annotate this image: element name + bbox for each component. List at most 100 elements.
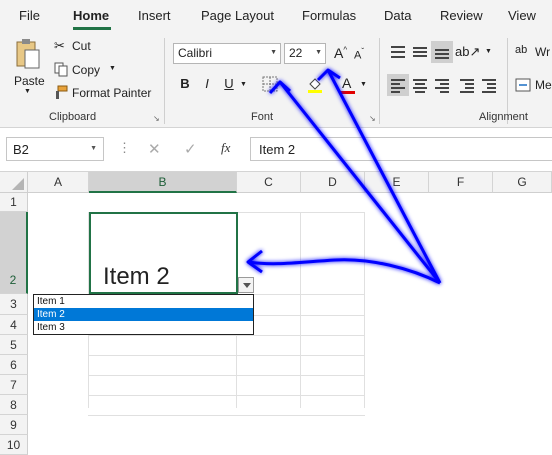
merge-icon <box>515 78 531 92</box>
tab-view[interactable]: View <box>508 8 536 23</box>
row-header-10[interactable]: 10 <box>0 435 28 455</box>
fill-color-icon[interactable] <box>306 75 324 93</box>
tab-review[interactable]: Review <box>440 8 483 23</box>
cut-label: Cut <box>72 39 91 53</box>
font-color-bar <box>339 91 355 94</box>
row-header-7[interactable]: 7 <box>0 375 28 395</box>
format-painter-label: Format Painter <box>72 86 152 100</box>
orientation-icon[interactable]: ab↗ <box>455 44 480 60</box>
chevron-down-icon: ▼ <box>270 49 277 56</box>
tab-data[interactable]: Data <box>384 8 411 23</box>
active-tab-indicator <box>73 27 111 30</box>
row-header-8[interactable]: 8 <box>0 395 28 415</box>
row-header-3[interactable]: 3 <box>0 294 28 315</box>
shrink-font-button[interactable]: Aˇ <box>354 47 364 62</box>
column-header-c[interactable]: C <box>237 172 301 193</box>
align-bottom-button[interactable] <box>431 41 453 63</box>
row-header-5[interactable]: 5 <box>0 335 28 355</box>
row-header-4[interactable]: 4 <box>0 315 28 335</box>
cancel-icon[interactable]: ✕ <box>148 140 161 158</box>
insert-function-button[interactable]: fx <box>221 140 230 156</box>
dropdown-item-1[interactable]: Item 1 <box>34 295 253 308</box>
enter-icon[interactable]: ✓ <box>184 140 197 158</box>
underline-button[interactable]: U <box>221 76 237 91</box>
group-separator <box>379 38 380 124</box>
paste-dropdown-icon[interactable]: ▼ <box>24 88 31 95</box>
align-left-button[interactable] <box>387 74 409 96</box>
font-name-value: Calibri <box>178 46 213 60</box>
bold-button[interactable]: B <box>177 76 193 91</box>
dropdown-item-2[interactable]: Item 2 <box>34 308 253 321</box>
ribbon: Paste ▼ ✂ Cut Copy ▼ Format Painter Clip… <box>0 32 552 128</box>
align-center-button[interactable] <box>409 74 431 96</box>
font-color-button[interactable]: A <box>342 75 351 91</box>
formula-bar: B2 ▼ ⋮ ✕ ✓ fx Item 2 <box>0 128 552 172</box>
align-top-button[interactable] <box>387 41 409 63</box>
font-name-select[interactable]: Calibri ▼ <box>173 43 281 64</box>
tab-insert[interactable]: Insert <box>138 8 171 23</box>
name-box[interactable]: B2 ▼ <box>6 137 104 161</box>
scissors-icon: ✂ <box>54 38 65 53</box>
wrap-text-icon: ab <box>515 44 528 56</box>
grow-font-label: A <box>334 45 344 61</box>
brush-icon <box>56 85 68 99</box>
column-header-f[interactable]: F <box>429 172 493 193</box>
cut-button[interactable]: ✂ Cut <box>54 38 104 56</box>
formula-input-value: Item 2 <box>259 142 296 157</box>
name-box-value: B2 <box>13 142 29 157</box>
validation-dropdown-button[interactable] <box>238 277 254 293</box>
tab-formulas[interactable]: Formulas <box>302 8 356 23</box>
font-color-dropdown-icon[interactable]: ▼ <box>360 81 367 88</box>
italic-button[interactable]: I <box>199 76 215 91</box>
font-size-select[interactable]: 22 ▼ <box>284 43 326 64</box>
row-header-9[interactable]: 9 <box>0 415 28 435</box>
tab-home[interactable]: Home <box>73 8 109 23</box>
chevron-down-icon: ▼ <box>315 49 322 56</box>
merge-button[interactable]: Me <box>515 76 552 94</box>
format-painter-button[interactable]: Format Painter <box>54 84 154 102</box>
align-right-button[interactable] <box>431 74 453 96</box>
select-all-icon <box>12 178 24 190</box>
wrap-text-button[interactable]: ab Wr <box>515 44 552 62</box>
wrap-text-label: Wr <box>535 45 551 59</box>
column-header-g[interactable]: G <box>493 172 552 193</box>
column-header-d[interactable]: D <box>301 172 365 193</box>
ribbon-tabs: File Home Insert Page Layout Formulas Da… <box>0 0 552 32</box>
orientation-dropdown-icon[interactable]: ▼ <box>485 48 492 55</box>
underline-dropdown-icon[interactable]: ▼ <box>240 81 247 88</box>
column-header-a[interactable]: A <box>28 172 89 193</box>
column-header-e[interactable]: E <box>365 172 429 193</box>
dropdown-item-3[interactable]: Item 3 <box>34 321 253 334</box>
copy-dropdown-icon[interactable]: ▼ <box>109 65 116 72</box>
formula-bar-menu-icon: ⋮ <box>118 140 132 155</box>
paste-button[interactable]: Paste ▼ <box>10 36 46 100</box>
align-middle-button[interactable] <box>409 41 431 63</box>
alignment-group-label: Alignment <box>479 111 528 123</box>
column-header-b[interactable]: B <box>89 172 237 193</box>
copy-label: Copy <box>72 63 101 77</box>
tab-file[interactable]: File <box>19 8 40 23</box>
decrease-indent-button[interactable] <box>456 74 478 96</box>
font-launcher-icon[interactable]: ↘ <box>369 114 376 123</box>
grow-font-button[interactable]: A^ <box>334 45 347 61</box>
paste-icon <box>16 39 40 69</box>
chevron-down-icon: ▼ <box>90 145 97 152</box>
group-separator <box>164 38 165 124</box>
row-header-2[interactable]: 2 <box>0 212 28 294</box>
formula-input[interactable]: Item 2 <box>250 137 552 161</box>
validation-dropdown-list: Item 1 Item 2 Item 3 <box>33 294 254 335</box>
merge-label: Me <box>535 78 552 92</box>
paste-label: Paste <box>14 74 45 88</box>
row-header-1[interactable]: 1 <box>0 193 28 212</box>
select-all-corner[interactable] <box>0 172 28 193</box>
copy-button[interactable]: Copy ▼ <box>54 61 124 79</box>
clipboard-group-label: Clipboard <box>49 111 97 123</box>
row-header-6[interactable]: 6 <box>0 355 28 375</box>
copy-icon <box>54 62 68 77</box>
borders-icon[interactable] <box>262 76 278 92</box>
cell-b2-value: Item 2 <box>103 263 170 290</box>
tab-page-layout[interactable]: Page Layout <box>201 8 274 23</box>
increase-indent-button[interactable] <box>478 74 500 96</box>
font-group-label: Font <box>251 111 274 123</box>
clipboard-launcher-icon[interactable]: ↘ <box>153 114 160 123</box>
